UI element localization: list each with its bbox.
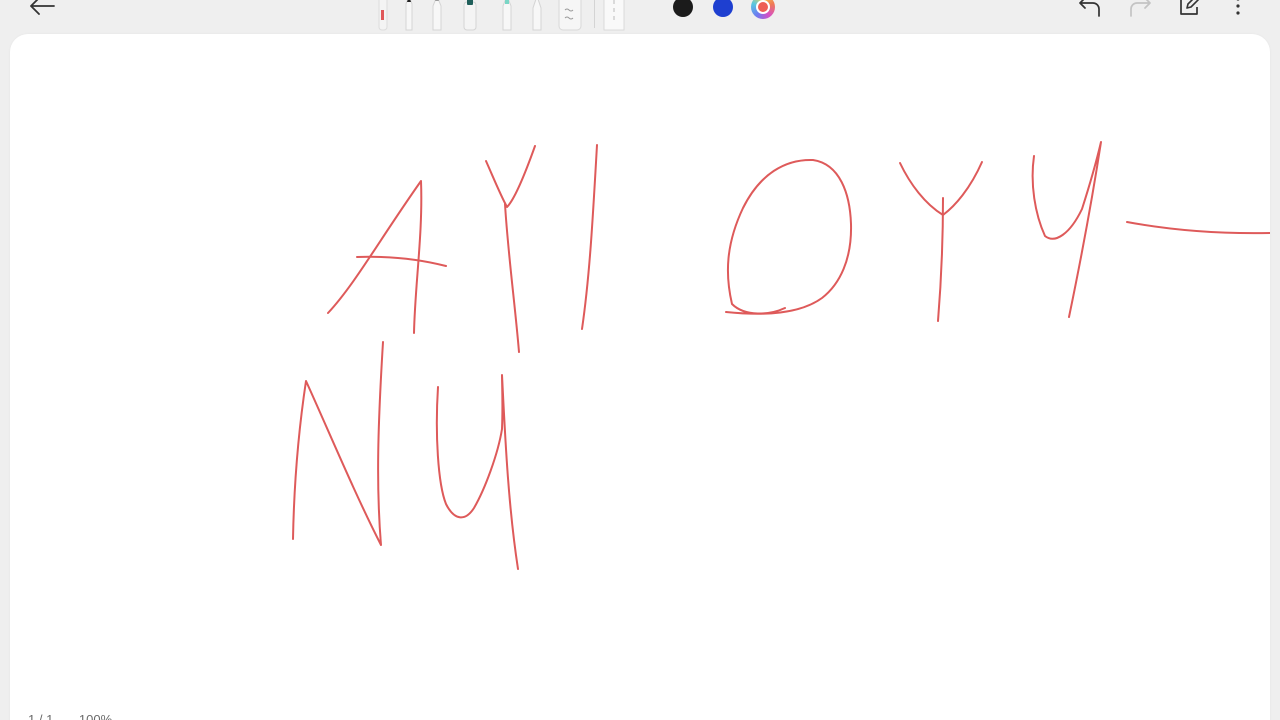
undo-button[interactable] (1074, 0, 1106, 20)
page-indicator: 1 / 1 (28, 712, 54, 720)
ink-stroke (1031, 141, 1102, 318)
more-options-button[interactable] (1224, 0, 1252, 20)
ink-stroke (1126, 221, 1270, 235)
redo-button[interactable] (1124, 0, 1156, 20)
color-black-swatch[interactable] (673, 0, 693, 17)
ink-stroke (725, 158, 853, 315)
status-bar: 1 / 1 100% (28, 712, 134, 720)
drawing-canvas[interactable] (10, 34, 1270, 720)
ink-stroke (581, 144, 598, 330)
ink-stroke (937, 197, 944, 322)
redo-icon (1130, 0, 1151, 17)
ink-layer (292, 141, 1270, 570)
pen-marker-icon[interactable] (460, 0, 480, 32)
back-button[interactable] (22, 0, 62, 20)
ink-stroke (435, 374, 519, 570)
zoom-level: 100% (78, 712, 113, 720)
ink-stroke (356, 255, 447, 267)
arrow-left-icon (30, 0, 55, 15)
more-vertical-icon (1236, 0, 1240, 15)
pen-tray (372, 0, 634, 32)
note-app: 1 / 1 100% (0, 0, 1280, 720)
tray-divider (594, 0, 595, 28)
pen-red-icon[interactable] (376, 0, 390, 32)
edit-note-icon (1180, 0, 1200, 15)
pen-fountain-icon[interactable] (402, 0, 416, 32)
color-blue-swatch[interactable] (713, 0, 733, 17)
ink-stroke (899, 161, 983, 216)
eraser-icon[interactable] (558, 0, 582, 32)
color-picker-swatch[interactable] (751, 0, 775, 19)
undo-icon (1079, 0, 1100, 17)
top-toolbar (0, 0, 1280, 32)
edit-note-button[interactable] (1173, 0, 1205, 20)
selected-color-dot (756, 0, 770, 14)
pen-highlighter-icon[interactable] (500, 0, 514, 32)
ink-stroke (504, 203, 520, 353)
pen-pencil-icon[interactable] (430, 0, 444, 32)
ink-stroke (485, 145, 536, 208)
pen-calligraphy-icon[interactable] (530, 0, 544, 32)
ruler-icon[interactable] (602, 0, 626, 32)
ink-stroke (292, 341, 384, 546)
